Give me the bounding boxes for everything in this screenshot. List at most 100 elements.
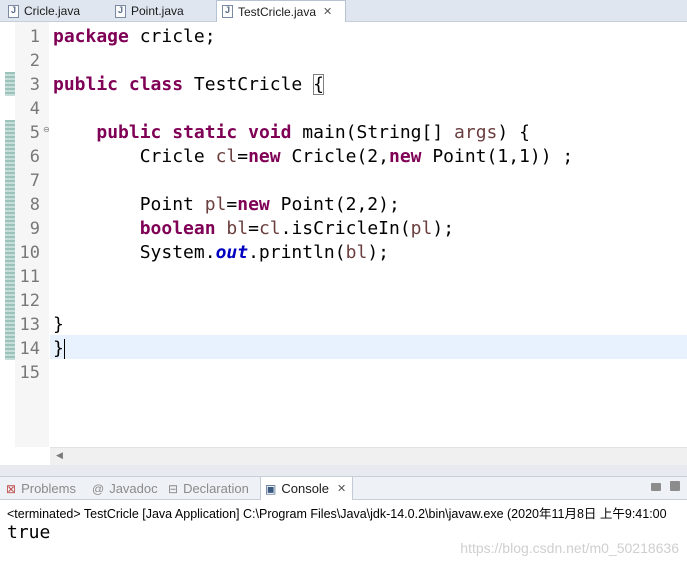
- code-line[interactable]: package cricle;: [53, 25, 216, 49]
- code-token: new: [388, 146, 422, 167]
- line-number: 12: [19, 291, 40, 311]
- code-token: public: [53, 74, 119, 95]
- code-token: }: [53, 314, 64, 335]
- code-token: .isCricleIn(: [280, 218, 411, 239]
- code-token: cl: [215, 146, 238, 167]
- code-token: out: [215, 242, 249, 263]
- code-line[interactable]: public static void main(String[] args) {: [53, 121, 530, 145]
- code-token: cl: [258, 218, 281, 239]
- console-view[interactable]: <terminated> TestCricle [Java Applicatio…: [0, 500, 687, 567]
- line-number: 13: [19, 315, 40, 335]
- problems-icon: ⊠: [6, 481, 17, 496]
- code-token: Cricle(2,: [280, 146, 389, 167]
- close-icon[interactable]: ✕: [323, 5, 332, 18]
- line-number: 15: [19, 363, 40, 383]
- code-token: {: [313, 74, 324, 95]
- line-number: 9: [29, 219, 40, 239]
- code-token: bl: [226, 218, 249, 239]
- tab-console[interactable]: ▣ Console ✕: [260, 477, 354, 500]
- bottom-panel-tabs: ⊠ Problems @ Javadoc ⊟ Declaration ▣ Con…: [0, 476, 687, 500]
- code-token: new: [248, 146, 281, 167]
- panel-window-controls: [651, 481, 681, 492]
- tab-label: TestCricle.java: [238, 4, 317, 19]
- tab-testcricle-java[interactable]: TestCricle.java ✕: [216, 0, 346, 22]
- line-number: 5: [29, 123, 40, 143]
- code-line[interactable]: Point pl=new Point(2,2);: [53, 193, 400, 217]
- watermark: https://blog.csdn.net/m0_50218636: [460, 540, 679, 556]
- change-ruler-marker: [5, 120, 15, 360]
- editor-tab-bar: Cricle.java Point.java TestCricle.java ✕: [0, 0, 687, 22]
- line-number: 14: [19, 339, 40, 359]
- line-number: 11: [19, 267, 40, 287]
- code-line[interactable]: boolean bl=cl.isCricleIn(pl);: [53, 217, 454, 241]
- line-number: 3: [29, 75, 40, 95]
- code-token: package: [53, 26, 129, 47]
- minimize-icon[interactable]: [651, 481, 662, 492]
- scroll-left-icon[interactable]: ◀: [56, 451, 63, 461]
- code-token: args: [454, 122, 498, 143]
- tab-label: Problems: [21, 481, 76, 496]
- tab-problems[interactable]: ⊠ Problems: [6, 477, 76, 500]
- code-token: bl: [345, 242, 368, 263]
- code-token: TestCricle: [183, 74, 314, 95]
- code-token: public: [96, 122, 162, 143]
- code-token: System.: [53, 242, 216, 263]
- code-token: main(String[]: [291, 122, 455, 143]
- declaration-icon: ⊟: [168, 481, 179, 496]
- line-number: 4: [29, 99, 40, 119]
- maximize-icon[interactable]: [670, 481, 681, 492]
- line-number: 8: [29, 195, 40, 215]
- code-token: }: [53, 338, 64, 359]
- code-token: ) {: [497, 122, 530, 143]
- fold-collapse-icon[interactable]: ⊖: [43, 126, 51, 134]
- tab-point-java[interactable]: Point.java: [110, 0, 215, 22]
- current-line-highlight: [50, 335, 687, 359]
- code-line[interactable]: public class TestCricle {: [53, 73, 324, 97]
- code-line[interactable]: }: [53, 337, 65, 361]
- change-ruler-marker: [5, 72, 15, 96]
- code-token: Point: [53, 194, 205, 215]
- line-number: 2: [29, 51, 40, 71]
- code-token: Point(1,1)) ;: [421, 146, 574, 167]
- code-token: cricle;: [128, 26, 216, 47]
- tab-javadoc[interactable]: @ Javadoc: [92, 477, 158, 500]
- code-token: =: [226, 194, 238, 215]
- tab-label: Javadoc: [109, 481, 158, 496]
- code-line[interactable]: System.out.println(bl);: [53, 241, 389, 265]
- line-number: 10: [19, 243, 40, 263]
- code-line[interactable]: }: [53, 313, 64, 337]
- tab-label: Point.java: [131, 4, 184, 18]
- code-token: .println(: [248, 242, 346, 263]
- code-token: static: [172, 122, 238, 143]
- console-launch-header: <terminated> TestCricle [Java Applicatio…: [7, 507, 667, 521]
- code-token: class: [128, 74, 184, 95]
- text-cursor: [63, 339, 65, 359]
- javadoc-icon: @: [92, 481, 105, 496]
- console-icon: ▣: [265, 481, 277, 496]
- code-token: boolean: [139, 218, 216, 239]
- horizontal-scrollbar[interactable]: ◀: [50, 447, 687, 465]
- panel-separator[interactable]: [0, 465, 687, 476]
- code-token: Cricle: [53, 146, 216, 167]
- line-number: 7: [29, 171, 40, 191]
- code-token: );: [367, 242, 389, 263]
- line-number: 1: [29, 27, 40, 47]
- code-token: =: [237, 146, 249, 167]
- code-token: void: [248, 122, 292, 143]
- code-editor[interactable]: 1 2 3 4 5 6 7 8 9 10 11 12 13 14 15 ⊖ package cricle; p…: [0, 22, 687, 465]
- code-token: );: [432, 218, 455, 239]
- code-token: pl: [204, 194, 227, 215]
- code-token: Point(2,2);: [269, 194, 400, 215]
- code-line[interactable]: Cricle cl=new Cricle(2,new Point(1,1)) ;: [53, 145, 574, 169]
- java-file-icon: [8, 4, 19, 18]
- close-icon[interactable]: ✕: [337, 482, 346, 495]
- console-output[interactable]: true: [7, 522, 50, 543]
- tab-cricle-java[interactable]: Cricle.java: [3, 0, 107, 22]
- tab-declaration[interactable]: ⊟ Declaration: [168, 477, 249, 500]
- code-token: new: [237, 194, 270, 215]
